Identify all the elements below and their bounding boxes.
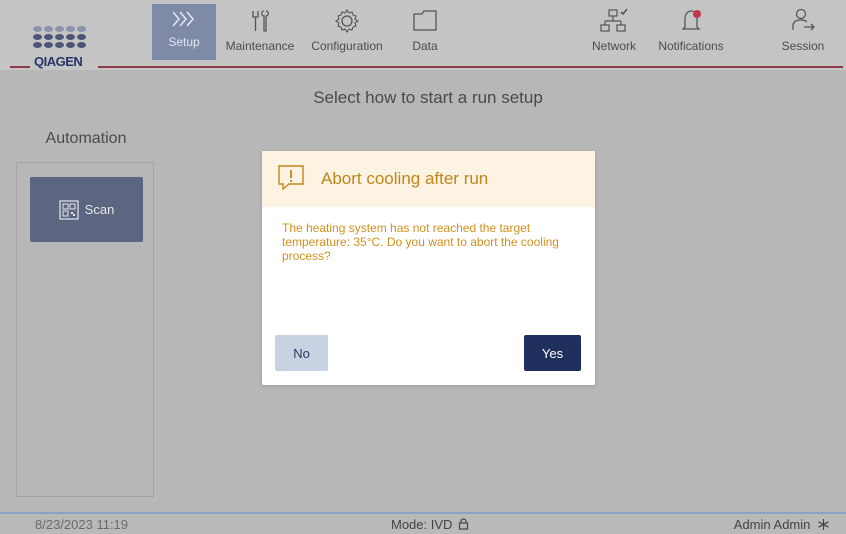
automation-title: Automation xyxy=(45,130,127,147)
dialog-message: The heating system has not reached the t… xyxy=(282,221,559,263)
no-button[interactable]: No xyxy=(275,335,328,371)
dialog-header: Abort cooling after run xyxy=(262,151,595,207)
bell-icon xyxy=(681,10,701,30)
nav-maintenance-label: Maintenance xyxy=(225,39,295,53)
dialog-title: Abort cooling after run xyxy=(321,169,489,188)
qr-code-icon xyxy=(59,199,79,220)
nav-session[interactable]: Session xyxy=(775,4,831,62)
chevrons-right-icon xyxy=(172,11,194,27)
qiagen-logo: QIAGEN xyxy=(30,26,96,70)
nav-notifications-label: Notifications xyxy=(658,39,724,53)
status-mode: Mode: IVD xyxy=(391,517,469,532)
gear-icon xyxy=(335,9,359,33)
nav-session-label: Session xyxy=(781,39,825,53)
logo-text: QIAGEN xyxy=(34,54,83,69)
nav-network[interactable]: Network xyxy=(585,4,643,62)
nav-setup[interactable]: Setup xyxy=(152,4,216,60)
status-user[interactable]: Admin Admin xyxy=(734,517,830,532)
lock-icon xyxy=(458,518,469,530)
brand-line-right xyxy=(98,66,843,68)
nav-data[interactable]: Data xyxy=(400,4,450,62)
snowflake-icon xyxy=(818,519,829,530)
abort-cooling-dialog: Abort cooling after run The heating syst… xyxy=(262,151,595,385)
user-logout-icon xyxy=(792,8,815,31)
tools-icon xyxy=(252,10,269,32)
logo-dots xyxy=(33,26,96,48)
page-title: Select how to start a run setup xyxy=(313,88,543,107)
nav-maintenance[interactable]: Maintenance xyxy=(222,4,298,62)
warning-speech-icon xyxy=(278,165,304,191)
folder-icon xyxy=(413,10,437,31)
scan-button[interactable]: Scan xyxy=(30,177,143,242)
status-mode-text: Mode: IVD xyxy=(391,517,453,532)
yes-button[interactable]: Yes xyxy=(524,335,581,371)
nav-configuration[interactable]: Configuration xyxy=(304,4,390,62)
nav-setup-label: Setup xyxy=(168,35,200,49)
brand-line-left xyxy=(10,66,30,68)
network-icon xyxy=(600,8,628,32)
status-datetime: 8/23/2023 11:19 xyxy=(35,517,129,532)
nav-notifications[interactable]: Notifications xyxy=(650,4,732,62)
scan-button-label: Scan xyxy=(84,202,115,217)
status-bar: 8/23/2023 11:19 Mode: IVD Admin Admin xyxy=(0,512,846,534)
status-user-name: Admin Admin xyxy=(733,517,811,532)
top-nav-bar: QIAGEN Setup Maintenance Configuration D… xyxy=(0,0,846,70)
nav-data-label: Data xyxy=(412,39,438,53)
nav-network-label: Network xyxy=(591,39,636,53)
nav-configuration-label: Configuration xyxy=(311,39,383,53)
